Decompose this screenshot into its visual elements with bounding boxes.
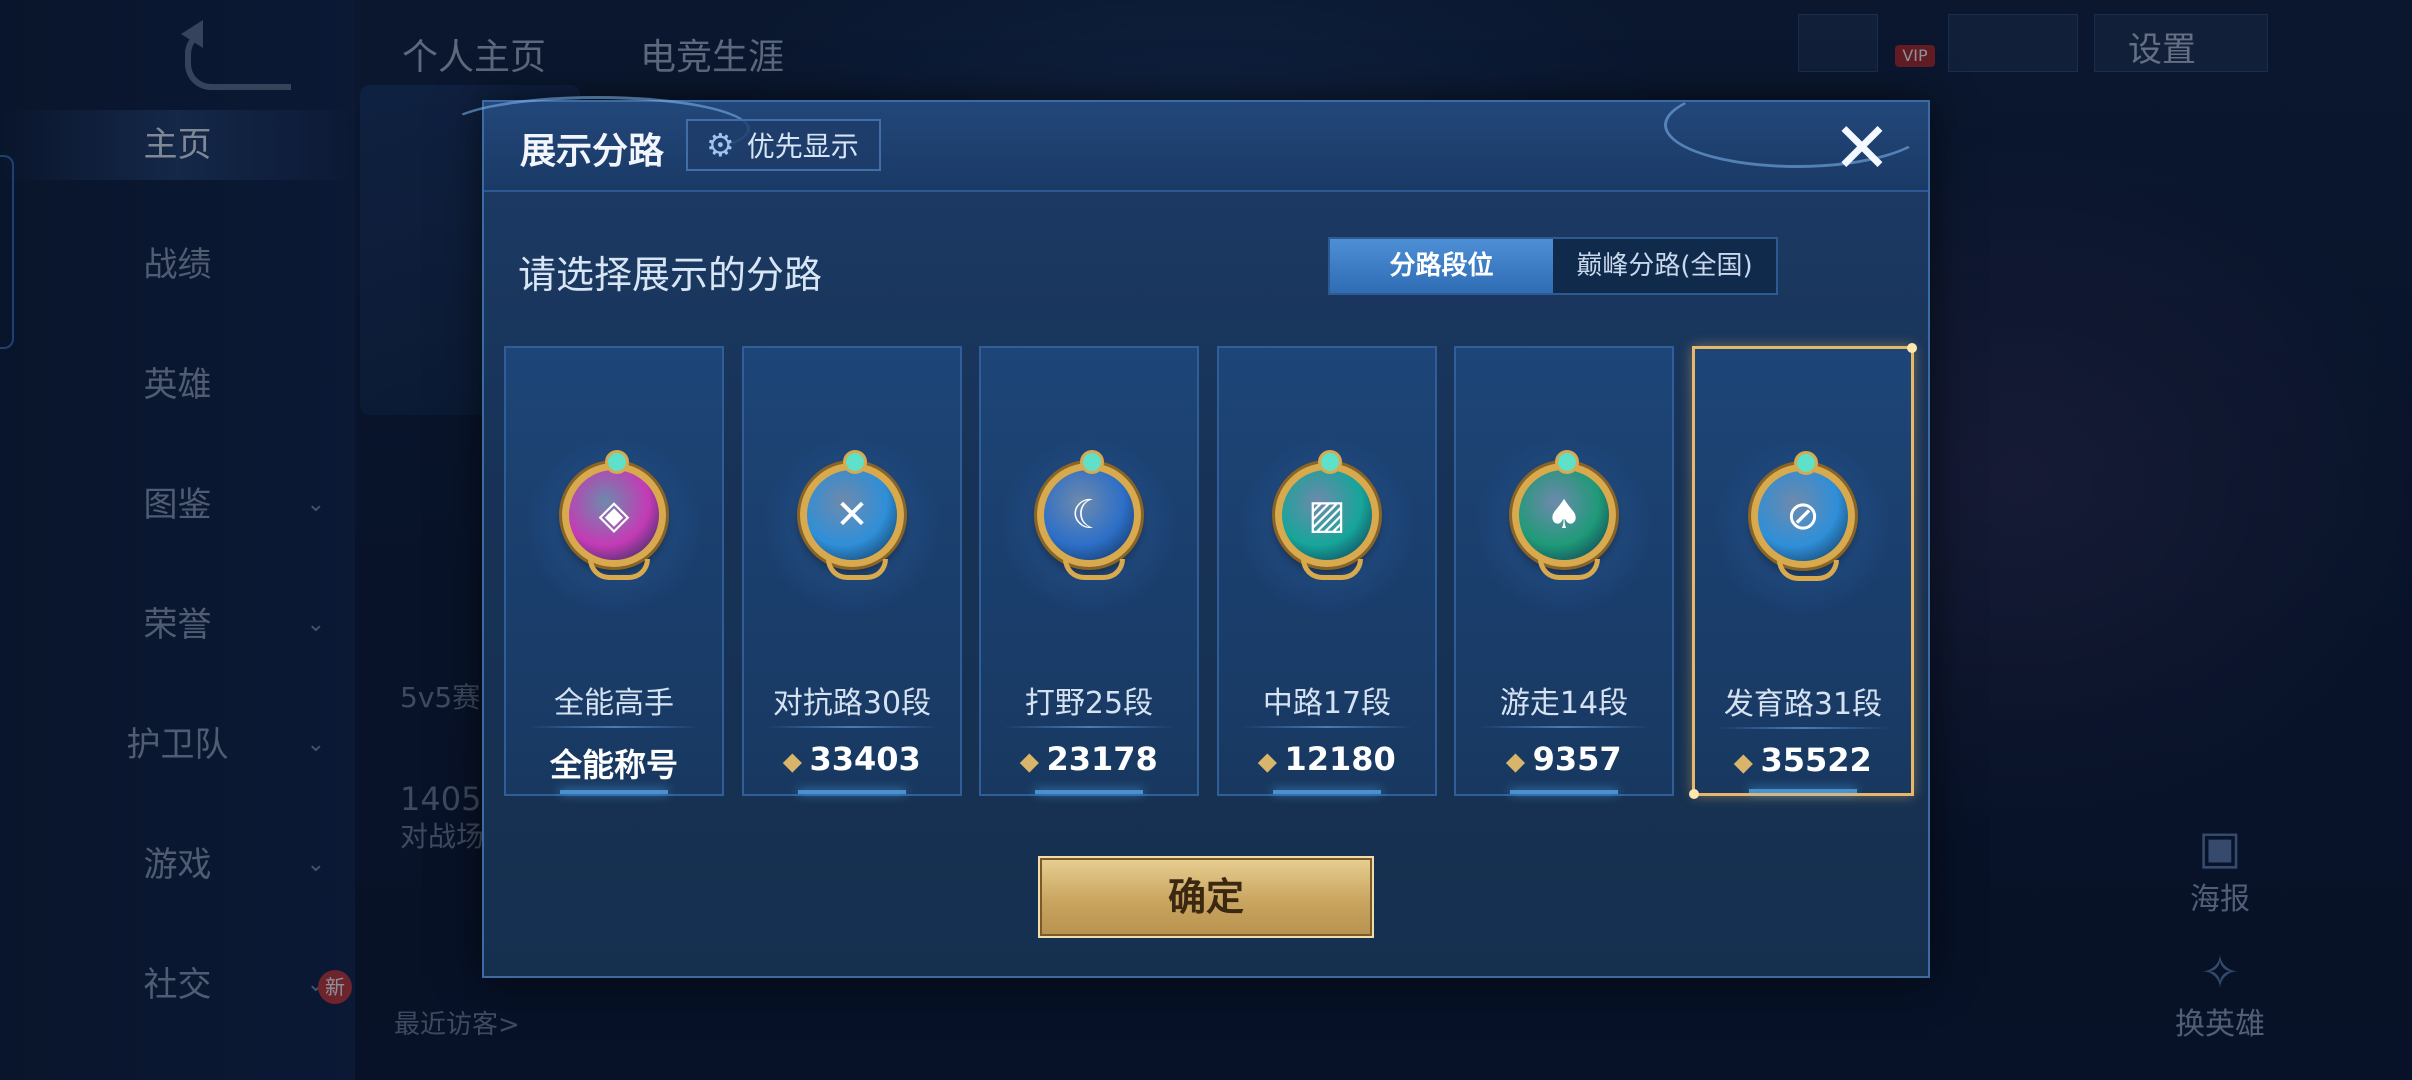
lane-score-value: 23178 <box>1046 740 1158 778</box>
score-icon: ⬥ <box>1506 747 1525 777</box>
priority-display-label: 优先显示 <box>746 130 859 163</box>
lane-score-value: 33403 <box>809 740 921 778</box>
lane-emblem-icon: ▨ <box>1275 450 1379 580</box>
lane-score: 全能称号 <box>506 740 722 786</box>
lane-score: ⬥ 9357 <box>1456 740 1672 778</box>
card-bottom-glow <box>1035 790 1143 794</box>
card-bottom-glow <box>798 790 906 794</box>
lane-emblem-icon: ⊘ <box>1751 451 1855 581</box>
lane-card[interactable]: ☾ 打野25段 ⬥ 23178 <box>979 346 1199 796</box>
lane-card[interactable]: ⊘ 发育路31段 ⬥ 35522 <box>1689 343 1917 799</box>
lane-emblem-icon: ☾ <box>1037 450 1141 580</box>
score-icon: ⬥ <box>1020 747 1039 777</box>
lane-display-dialog: 展示分路 ⚙ 优先显示 ✕ 请选择展示的分路 分路段位 巅峰分路(全国) ◈ 全能… <box>444 82 1930 978</box>
dialog-title: 展示分路 <box>520 131 665 172</box>
card-divider <box>1241 726 1413 728</box>
score-icon: ⬥ <box>1258 747 1277 777</box>
lane-emblem-icon: ◈ <box>562 450 666 580</box>
lane-card[interactable]: ♠ 游走14段 ⬥ 9357 <box>1454 346 1674 796</box>
card-divider <box>766 726 938 728</box>
card-bottom-glow <box>1749 789 1857 793</box>
selection-corner-dot <box>1907 343 1917 353</box>
lane-score-value: 12180 <box>1284 740 1396 778</box>
lane-score: ⬥ 33403 <box>744 740 960 778</box>
lane-score: ⬥ 12180 <box>1219 740 1435 778</box>
priority-display-button[interactable]: ⚙ 优先显示 <box>686 119 881 171</box>
tab-peak-lane-national[interactable]: 巅峰分路(全国) <box>1553 239 1776 293</box>
lane-mode-toggle: 分路段位 巅峰分路(全国) <box>1328 237 1778 295</box>
lane-card-list: ◈ 全能高手 全能称号 ✕ 对抗路30段 ⬥ 33403 ☾ 打野25段 ⬥ 23178 ▨ 中路17段… <box>504 343 1917 799</box>
lane-score: ⬥ 35522 <box>1695 741 1911 779</box>
card-divider <box>1717 727 1889 729</box>
lane-rank-label: 中路17段 <box>1262 686 1392 721</box>
lane-rank-label: 游走14段 <box>1499 686 1629 721</box>
lane-rank-label: 发育路31段 <box>1723 687 1883 722</box>
lane-card[interactable]: ◈ 全能高手全能称号 <box>504 346 724 796</box>
lane-rank-label: 对抗路30段 <box>772 686 932 721</box>
lane-rank-label: 全能高手 <box>554 686 674 721</box>
lane-score-value: 全能称号 <box>549 746 678 784</box>
lane-card[interactable]: ▨ 中路17段 ⬥ 12180 <box>1217 346 1437 796</box>
gear-icon: ⚙ <box>706 126 735 164</box>
lane-score: ⬥ 23178 <box>981 740 1197 778</box>
lane-rank-label: 打野25段 <box>1024 686 1154 721</box>
card-bottom-glow <box>1510 790 1618 794</box>
lane-emblem-icon: ♠ <box>1512 450 1616 580</box>
card-divider <box>1478 726 1650 728</box>
selection-corner-dot <box>1689 789 1699 799</box>
score-icon: ⬥ <box>1734 748 1753 778</box>
card-bottom-glow <box>1273 790 1381 794</box>
card-divider <box>1003 726 1175 728</box>
tab-lane-rank[interactable]: 分路段位 <box>1330 239 1553 293</box>
lane-card[interactable]: ✕ 对抗路30段 ⬥ 33403 <box>742 346 962 796</box>
select-lane-prompt: 请选择展示的分路 <box>518 253 823 297</box>
lane-score-value: 35522 <box>1760 741 1872 779</box>
card-bottom-glow <box>560 790 668 794</box>
lane-emblem-icon: ✕ <box>800 450 904 580</box>
confirm-button[interactable]: 确定 <box>1038 856 1374 938</box>
lane-score-value: 9357 <box>1532 740 1622 778</box>
close-icon: ✕ <box>1832 107 1892 189</box>
close-button[interactable]: ✕ <box>1824 110 1900 186</box>
score-icon: ⬥ <box>783 747 802 777</box>
card-divider <box>528 726 700 728</box>
